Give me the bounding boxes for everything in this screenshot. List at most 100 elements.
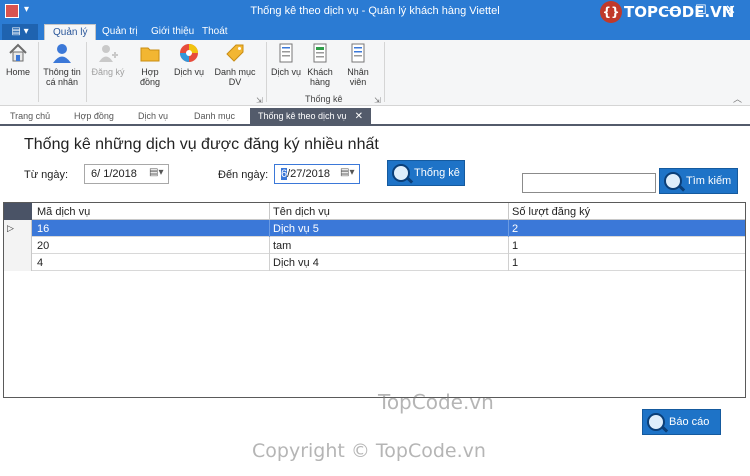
group-launcher-icon[interactable]: ⇲ xyxy=(256,96,263,105)
stat-staff-button[interactable]: Nhân viên xyxy=(338,42,378,87)
group-launcher-icon[interactable]: ⇲ xyxy=(374,96,381,105)
home-button[interactable]: Home xyxy=(4,42,32,77)
cell-separator xyxy=(269,237,270,254)
table-row[interactable]: ▷ 16 Dịch vụ 5 2 xyxy=(4,220,745,237)
collapse-ribbon-icon[interactable]: ︿ xyxy=(733,92,742,105)
from-date-label: Từ ngày: xyxy=(24,169,69,181)
to-date-value: /27/2018 xyxy=(287,168,330,180)
column-header-registrations[interactable]: Số lượt đăng ký xyxy=(512,206,590,218)
statistics-button-label: Thống kê xyxy=(414,167,460,179)
document-tab-bar: Trang chủ Hợp đồng Dịch vụ Danh mục Thốn… xyxy=(0,108,750,126)
grid-corner xyxy=(4,203,32,220)
doc-tab-trang-chu[interactable]: Trang chủ xyxy=(10,111,50,121)
ribbon-panel: Home Thông tin cá nhân Đăng ký Hợp đồng xyxy=(0,40,750,106)
search-input[interactable] xyxy=(522,173,656,193)
tab-quan-tri[interactable]: Quản trị xyxy=(94,24,146,40)
contract-button[interactable]: Hợp đồng xyxy=(131,42,169,87)
row-header[interactable] xyxy=(4,254,32,271)
doc-tab-danh-muc[interactable]: Danh mục xyxy=(194,111,235,121)
home-icon xyxy=(9,43,27,62)
watermark-center: TopCode.vn xyxy=(378,390,494,414)
personal-info-button[interactable]: Thông tin cá nhân xyxy=(42,42,82,87)
disc-icon xyxy=(180,44,198,62)
column-header-service-name[interactable]: Tên dịch vụ xyxy=(273,206,330,218)
stat-customer-button[interactable]: Khách hàng xyxy=(305,42,335,87)
application-menu-button[interactable]: ▤ ▾ xyxy=(2,24,38,40)
column-separator xyxy=(269,203,270,220)
stat-service-button[interactable]: Dịch vụ xyxy=(270,42,302,77)
register-label: Đăng ký xyxy=(91,67,125,77)
register-button[interactable]: Đăng ký xyxy=(90,42,126,77)
cell-separator xyxy=(508,220,509,237)
calendar-dropdown-icon[interactable]: ▤▾ xyxy=(340,167,356,181)
table-row[interactable]: 4 Dịch vụ 4 1 xyxy=(4,254,745,271)
service-button[interactable]: Dịch vụ xyxy=(174,42,204,77)
to-date-picker[interactable]: 6/27/2018 ▤▾ xyxy=(274,164,360,184)
cell-service-name[interactable]: Dịch vụ 5 xyxy=(273,223,319,235)
report-button-label: Báo cáo xyxy=(669,416,710,428)
row-header[interactable] xyxy=(4,237,32,254)
service-list-label: Danh mục DV xyxy=(214,67,256,87)
doc-tab-hop-dong[interactable]: Hợp đồng xyxy=(74,111,114,121)
ribbon-tab-bar: ▤ ▾ Quản lý Quản trị Giới thiệu Thoát xyxy=(0,24,750,40)
table-row[interactable]: 20 tam 1 xyxy=(4,237,745,254)
tab-quan-ly[interactable]: Quản lý xyxy=(44,24,97,40)
cell-service-code[interactable]: 20 xyxy=(37,240,49,252)
cell-registrations[interactable]: 1 xyxy=(512,257,518,269)
cell-service-name[interactable]: tam xyxy=(273,240,291,252)
grid-header: Mã dịch vụ Tên dịch vụ Số lượt đăng ký xyxy=(4,203,745,220)
from-date-value: 6/ 1/2018 xyxy=(91,168,137,180)
from-date-picker[interactable]: 6/ 1/2018 ▤▾ xyxy=(84,164,169,184)
group-separator xyxy=(38,42,39,102)
cell-registrations[interactable]: 1 xyxy=(512,240,518,252)
column-separator xyxy=(508,203,509,220)
cell-separator xyxy=(269,254,270,271)
search-icon xyxy=(664,172,682,190)
cell-separator xyxy=(508,237,509,254)
stat-customer-label: Khách hàng xyxy=(307,67,333,87)
current-row-indicator-icon: ▷ xyxy=(4,220,32,237)
add-user-icon xyxy=(99,45,118,62)
to-date-label: Đến ngày: xyxy=(218,169,269,181)
close-button[interactable]: ✕ xyxy=(725,2,736,18)
statistics-group-label: Thống kê xyxy=(305,94,343,104)
column-header-service-code[interactable]: Mã dịch vụ xyxy=(37,206,90,218)
stat-service-label: Dịch vụ xyxy=(270,67,301,77)
stat-staff-label: Nhân viên xyxy=(347,67,369,87)
service-list-button[interactable]: Danh mục DV xyxy=(209,42,261,87)
search-button-label: Tìm kiếm xyxy=(686,175,732,187)
cell-service-name[interactable]: Dịch vụ 4 xyxy=(273,257,319,269)
calendar-dropdown-icon[interactable]: ▤▾ xyxy=(149,167,165,181)
home-label: Home xyxy=(5,67,30,77)
personal-info-label: Thông tin cá nhân xyxy=(43,67,81,87)
search-icon xyxy=(647,413,665,431)
cell-service-code[interactable]: 4 xyxy=(37,257,43,269)
cell-separator xyxy=(508,254,509,271)
services-grid[interactable]: Mã dịch vụ Tên dịch vụ Số lượt đăng ký ▷… xyxy=(3,202,746,398)
cell-separator xyxy=(269,220,270,237)
search-button[interactable]: Tìm kiếm xyxy=(659,168,738,194)
report-button[interactable]: Báo cáo xyxy=(642,409,721,435)
doc-tab-thong-ke-dich-vu[interactable]: Thống kê theo dịch vụ ✕ xyxy=(250,108,371,124)
doc-tab-dich-vu[interactable]: Dịch vụ xyxy=(138,111,168,121)
close-tab-icon[interactable]: ✕ xyxy=(355,111,363,122)
title-bar: ▾ Thống kê theo dịch vụ - Quản lý khách … xyxy=(0,0,750,24)
maximize-button[interactable]: ☐ xyxy=(695,2,707,18)
user-icon xyxy=(53,44,71,63)
search-icon xyxy=(392,164,410,182)
document-icon xyxy=(351,43,365,63)
contract-label: Hợp đồng xyxy=(139,67,161,87)
cell-registrations[interactable]: 2 xyxy=(512,223,518,235)
spreadsheet-icon xyxy=(313,43,327,63)
price-tag-icon xyxy=(226,44,244,62)
statistics-button[interactable]: Thống kê xyxy=(387,160,465,186)
watermark-footer: Copyright © TopCode.vn xyxy=(252,440,486,462)
tab-thoat[interactable]: Thoát xyxy=(194,24,236,40)
doc-tab-active-label: Thống kê theo dịch vụ xyxy=(258,111,347,121)
group-separator xyxy=(384,42,385,102)
page-title: Thống kê những dịch vụ được đăng ký nhiề… xyxy=(24,136,379,153)
cell-service-code[interactable]: 16 xyxy=(37,223,49,235)
folder-icon xyxy=(140,47,160,62)
minimize-button[interactable]: — xyxy=(665,2,678,17)
group-separator xyxy=(266,42,267,102)
